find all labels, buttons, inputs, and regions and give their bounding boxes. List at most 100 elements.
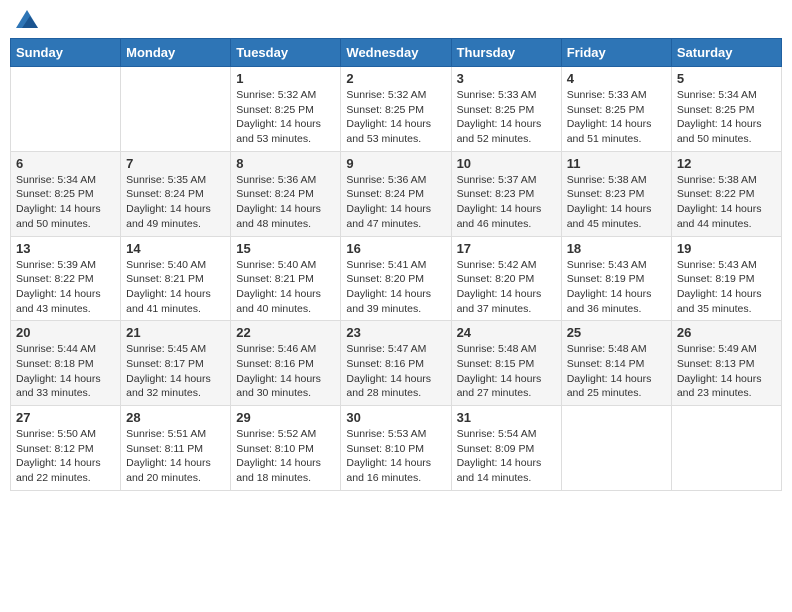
day-number: 4: [567, 71, 666, 86]
calendar-cell: 8 Sunrise: 5:36 AM Sunset: 8:24 PM Daylig…: [231, 151, 341, 236]
calendar-week-row: 13 Sunrise: 5:39 AM Sunset: 8:22 PM Dayli…: [11, 236, 782, 321]
calendar-cell: 18 Sunrise: 5:43 AM Sunset: 8:19 PM Dayli…: [561, 236, 671, 321]
day-number: 19: [677, 241, 776, 256]
calendar-cell: [561, 406, 671, 491]
day-number: 21: [126, 325, 225, 340]
day-info: Sunrise: 5:51 AM Sunset: 8:11 PM Dayligh…: [126, 427, 225, 486]
calendar-cell: 6 Sunrise: 5:34 AM Sunset: 8:25 PM Daylig…: [11, 151, 121, 236]
day-info: Sunrise: 5:36 AM Sunset: 8:24 PM Dayligh…: [236, 173, 335, 232]
day-info: Sunrise: 5:41 AM Sunset: 8:20 PM Dayligh…: [346, 258, 445, 317]
calendar-cell: 20 Sunrise: 5:44 AM Sunset: 8:18 PM Dayli…: [11, 321, 121, 406]
day-info: Sunrise: 5:54 AM Sunset: 8:09 PM Dayligh…: [457, 427, 556, 486]
calendar-cell: 10 Sunrise: 5:37 AM Sunset: 8:23 PM Dayli…: [451, 151, 561, 236]
day-info: Sunrise: 5:52 AM Sunset: 8:10 PM Dayligh…: [236, 427, 335, 486]
day-number: 28: [126, 410, 225, 425]
day-info: Sunrise: 5:40 AM Sunset: 8:21 PM Dayligh…: [126, 258, 225, 317]
calendar-cell: 1 Sunrise: 5:32 AM Sunset: 8:25 PM Daylig…: [231, 67, 341, 152]
day-info: Sunrise: 5:36 AM Sunset: 8:24 PM Dayligh…: [346, 173, 445, 232]
day-number: 16: [346, 241, 445, 256]
calendar-cell: 26 Sunrise: 5:49 AM Sunset: 8:13 PM Dayli…: [671, 321, 781, 406]
calendar-cell: [11, 67, 121, 152]
day-info: Sunrise: 5:37 AM Sunset: 8:23 PM Dayligh…: [457, 173, 556, 232]
column-header-thursday: Thursday: [451, 39, 561, 67]
calendar-week-row: 1 Sunrise: 5:32 AM Sunset: 8:25 PM Daylig…: [11, 67, 782, 152]
day-info: Sunrise: 5:53 AM Sunset: 8:10 PM Dayligh…: [346, 427, 445, 486]
day-number: 12: [677, 156, 776, 171]
calendar-cell: 7 Sunrise: 5:35 AM Sunset: 8:24 PM Daylig…: [121, 151, 231, 236]
column-header-wednesday: Wednesday: [341, 39, 451, 67]
calendar-cell: 25 Sunrise: 5:48 AM Sunset: 8:14 PM Dayli…: [561, 321, 671, 406]
day-info: Sunrise: 5:38 AM Sunset: 8:23 PM Dayligh…: [567, 173, 666, 232]
logo-icon: [16, 10, 38, 28]
day-number: 7: [126, 156, 225, 171]
day-number: 26: [677, 325, 776, 340]
day-info: Sunrise: 5:47 AM Sunset: 8:16 PM Dayligh…: [346, 342, 445, 401]
day-info: Sunrise: 5:34 AM Sunset: 8:25 PM Dayligh…: [677, 88, 776, 147]
calendar-cell: 9 Sunrise: 5:36 AM Sunset: 8:24 PM Daylig…: [341, 151, 451, 236]
day-info: Sunrise: 5:33 AM Sunset: 8:25 PM Dayligh…: [457, 88, 556, 147]
calendar-cell: [671, 406, 781, 491]
day-info: Sunrise: 5:34 AM Sunset: 8:25 PM Dayligh…: [16, 173, 115, 232]
day-number: 25: [567, 325, 666, 340]
calendar-cell: 3 Sunrise: 5:33 AM Sunset: 8:25 PM Daylig…: [451, 67, 561, 152]
day-info: Sunrise: 5:39 AM Sunset: 8:22 PM Dayligh…: [16, 258, 115, 317]
day-number: 23: [346, 325, 445, 340]
calendar-cell: 23 Sunrise: 5:47 AM Sunset: 8:16 PM Dayli…: [341, 321, 451, 406]
day-number: 5: [677, 71, 776, 86]
calendar-cell: 28 Sunrise: 5:51 AM Sunset: 8:11 PM Dayli…: [121, 406, 231, 491]
column-header-saturday: Saturday: [671, 39, 781, 67]
calendar-table: SundayMondayTuesdayWednesdayThursdayFrid…: [10, 38, 782, 491]
calendar-cell: 4 Sunrise: 5:33 AM Sunset: 8:25 PM Daylig…: [561, 67, 671, 152]
column-header-friday: Friday: [561, 39, 671, 67]
calendar-cell: 2 Sunrise: 5:32 AM Sunset: 8:25 PM Daylig…: [341, 67, 451, 152]
calendar-cell: 11Sunrise: 5:38 AM Sunset: 8:23 PM Dayli…: [561, 151, 671, 236]
calendar-cell: 5 Sunrise: 5:34 AM Sunset: 8:25 PM Daylig…: [671, 67, 781, 152]
day-info: Sunrise: 5:32 AM Sunset: 8:25 PM Dayligh…: [346, 88, 445, 147]
day-number: 10: [457, 156, 556, 171]
day-number: 1: [236, 71, 335, 86]
day-number: 20: [16, 325, 115, 340]
day-number: 6: [16, 156, 115, 171]
day-info: Sunrise: 5:40 AM Sunset: 8:21 PM Dayligh…: [236, 258, 335, 317]
calendar-week-row: 6 Sunrise: 5:34 AM Sunset: 8:25 PM Daylig…: [11, 151, 782, 236]
column-header-sunday: Sunday: [11, 39, 121, 67]
day-info: Sunrise: 5:49 AM Sunset: 8:13 PM Dayligh…: [677, 342, 776, 401]
day-number: 18: [567, 241, 666, 256]
calendar-cell: 21 Sunrise: 5:45 AM Sunset: 8:17 PM Dayli…: [121, 321, 231, 406]
column-header-tuesday: Tuesday: [231, 39, 341, 67]
day-number: 3: [457, 71, 556, 86]
day-number: 9: [346, 156, 445, 171]
logo: [15, 10, 39, 28]
calendar-week-row: 27 Sunrise: 5:50 AM Sunset: 8:12 PM Dayli…: [11, 406, 782, 491]
calendar-cell: 16 Sunrise: 5:41 AM Sunset: 8:20 PM Dayli…: [341, 236, 451, 321]
calendar-cell: 30Sunrise: 5:53 AM Sunset: 8:10 PM Dayli…: [341, 406, 451, 491]
day-info: Sunrise: 5:33 AM Sunset: 8:25 PM Dayligh…: [567, 88, 666, 147]
day-info: Sunrise: 5:42 AM Sunset: 8:20 PM Dayligh…: [457, 258, 556, 317]
calendar-cell: 19 Sunrise: 5:43 AM Sunset: 8:19 PM Dayli…: [671, 236, 781, 321]
calendar-cell: 13 Sunrise: 5:39 AM Sunset: 8:22 PM Dayli…: [11, 236, 121, 321]
day-info: Sunrise: 5:43 AM Sunset: 8:19 PM Dayligh…: [567, 258, 666, 317]
calendar-header-row: SundayMondayTuesdayWednesdayThursdayFrid…: [11, 39, 782, 67]
day-info: Sunrise: 5:32 AM Sunset: 8:25 PM Dayligh…: [236, 88, 335, 147]
day-info: Sunrise: 5:43 AM Sunset: 8:19 PM Dayligh…: [677, 258, 776, 317]
day-info: Sunrise: 5:50 AM Sunset: 8:12 PM Dayligh…: [16, 427, 115, 486]
day-number: 13: [16, 241, 115, 256]
calendar-cell: 22 Sunrise: 5:46 AM Sunset: 8:16 PM Dayli…: [231, 321, 341, 406]
day-info: Sunrise: 5:48 AM Sunset: 8:15 PM Dayligh…: [457, 342, 556, 401]
day-number: 29: [236, 410, 335, 425]
calendar-week-row: 20 Sunrise: 5:44 AM Sunset: 8:18 PM Dayli…: [11, 321, 782, 406]
day-number: 2: [346, 71, 445, 86]
calendar-cell: 27 Sunrise: 5:50 AM Sunset: 8:12 PM Dayli…: [11, 406, 121, 491]
day-info: Sunrise: 5:46 AM Sunset: 8:16 PM Dayligh…: [236, 342, 335, 401]
day-info: Sunrise: 5:48 AM Sunset: 8:14 PM Dayligh…: [567, 342, 666, 401]
day-number: 27: [16, 410, 115, 425]
day-number: 15: [236, 241, 335, 256]
calendar-cell: 24 Sunrise: 5:48 AM Sunset: 8:15 PM Dayli…: [451, 321, 561, 406]
day-info: Sunrise: 5:35 AM Sunset: 8:24 PM Dayligh…: [126, 173, 225, 232]
day-number: 24: [457, 325, 556, 340]
calendar-cell: 14Sunrise: 5:40 AM Sunset: 8:21 PM Dayli…: [121, 236, 231, 321]
day-number: 8: [236, 156, 335, 171]
day-number: 22: [236, 325, 335, 340]
day-info: Sunrise: 5:44 AM Sunset: 8:18 PM Dayligh…: [16, 342, 115, 401]
day-info: Sunrise: 5:45 AM Sunset: 8:17 PM Dayligh…: [126, 342, 225, 401]
